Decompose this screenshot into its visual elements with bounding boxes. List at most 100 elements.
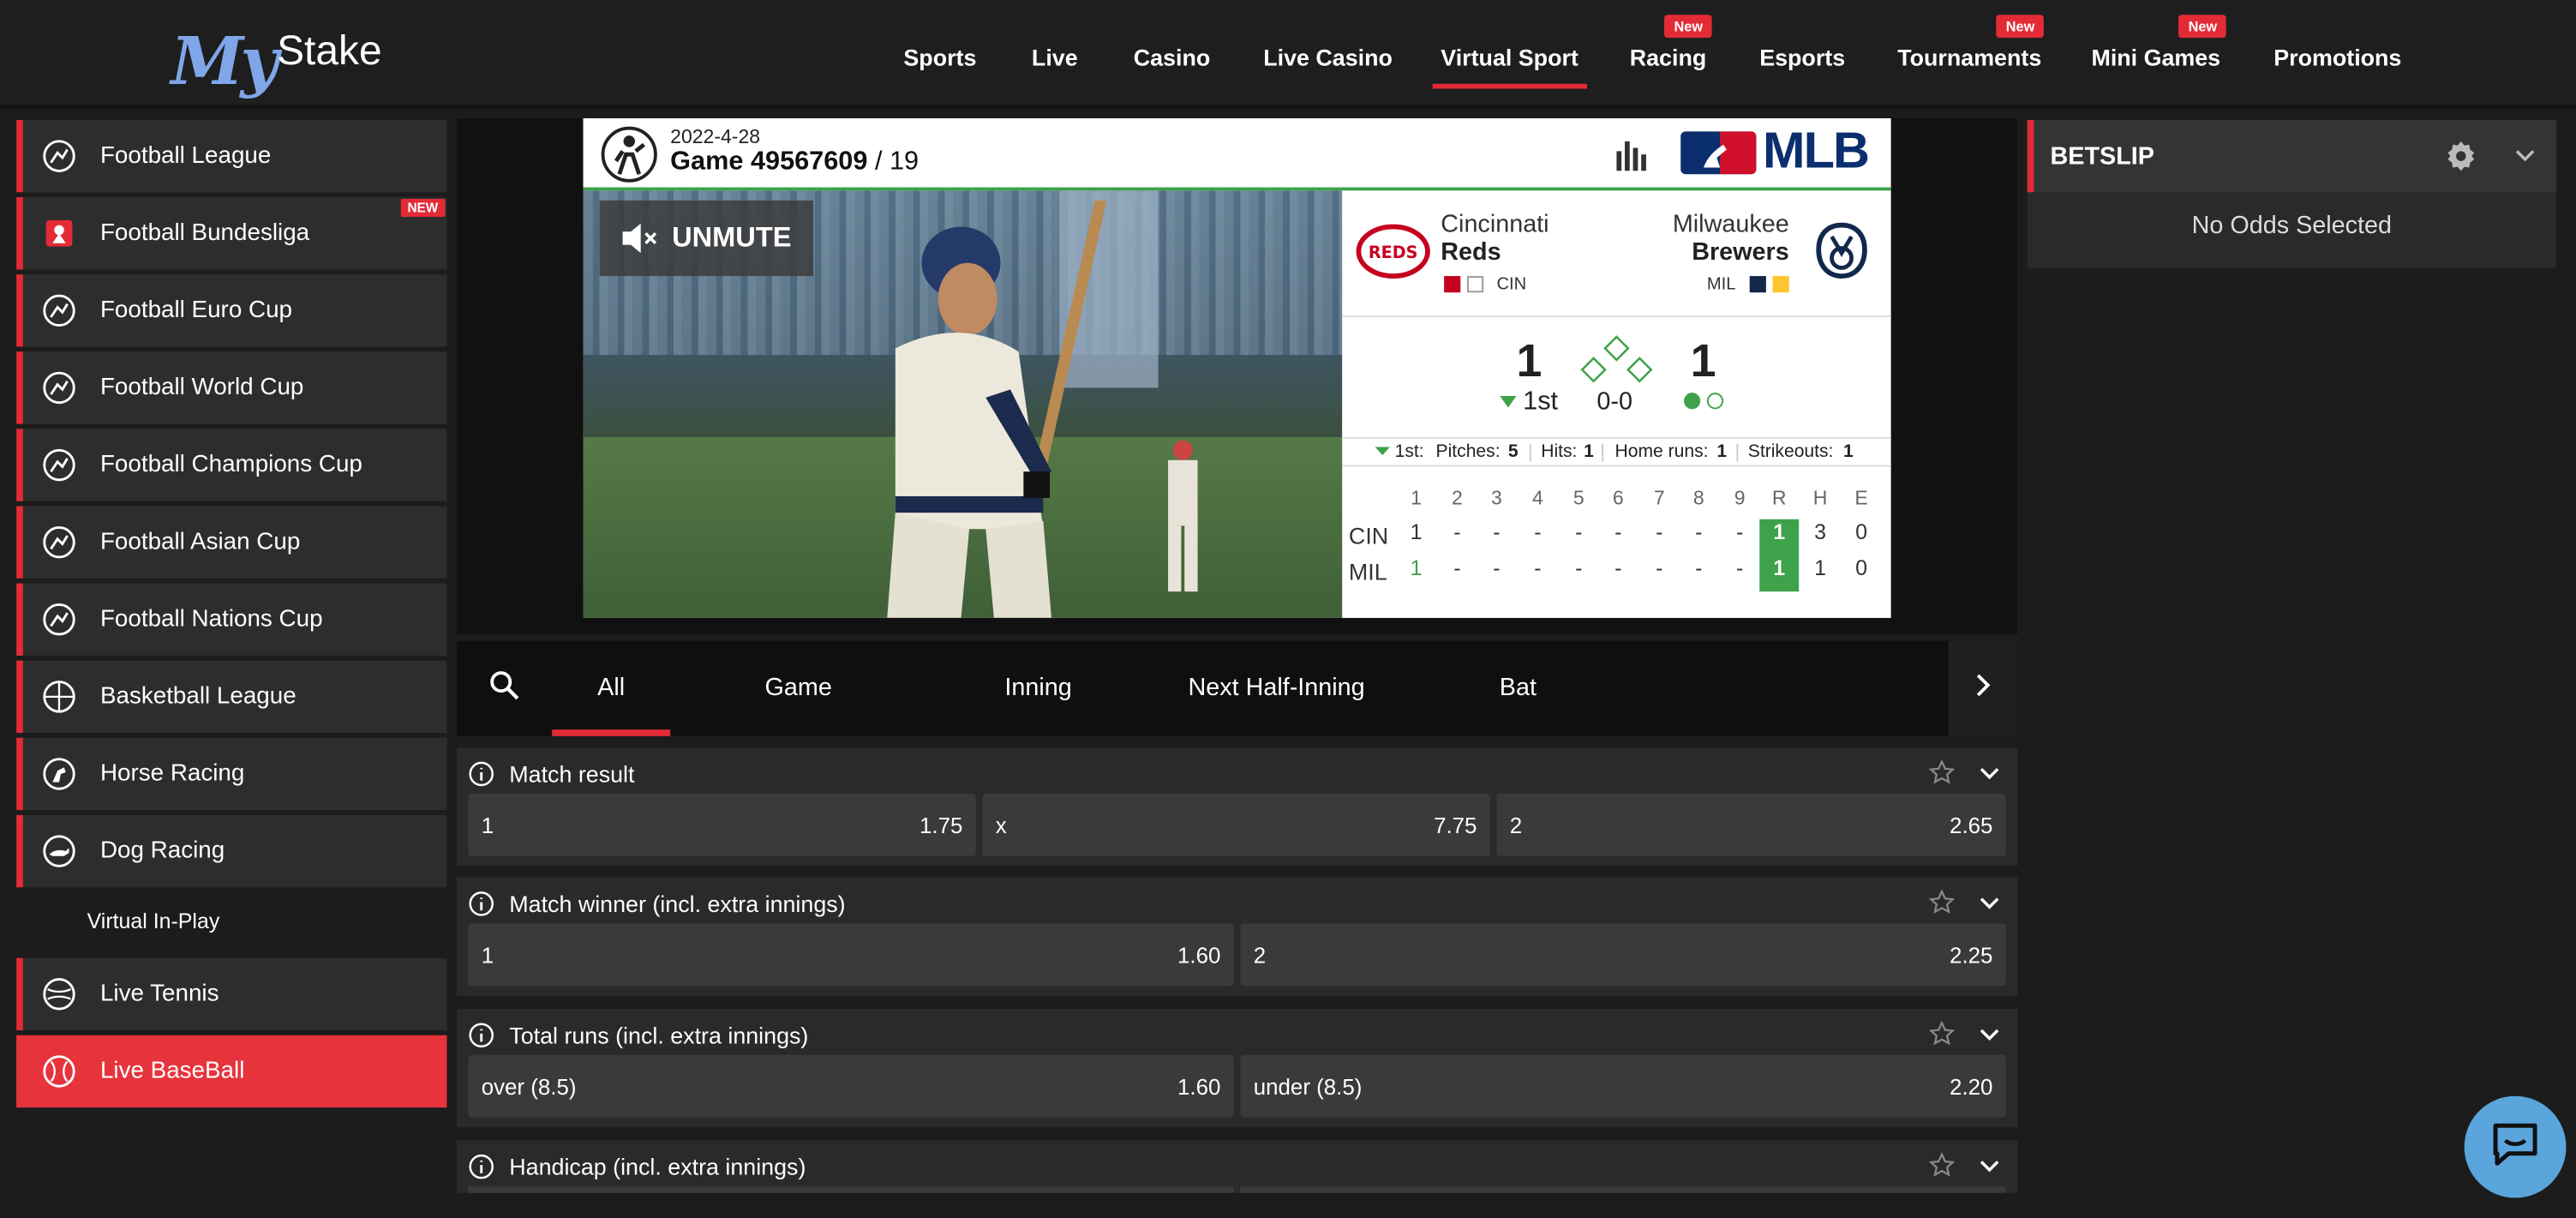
odds-button[interactable]: 1 1.60 [468,923,1234,987]
linescore-header: 3 [1491,486,1502,510]
baseball-icon [39,1052,79,1091]
nav-promotions[interactable]: Promotions [2273,0,2401,109]
nav-mini-games-badge: New [2178,15,2227,39]
virtual-in-play-link[interactable]: Virtual In-Play [87,909,220,933]
sidebar-item-live-baseball[interactable]: Live BaseBall [16,1035,447,1108]
tab-next-half-inning[interactable]: Next Half-Inning [1170,641,1383,736]
logo-stake: Stake [277,27,382,75]
sidebar-item-football-world-cup[interactable]: Football World Cup [16,351,447,424]
linescore-cell: - [1614,519,1622,544]
sidebar-item-football-euro-cup[interactable]: Football Euro Cup [16,274,447,347]
odds-button[interactable]: under (8.5) 2.20 [1240,1054,2006,1118]
odds-button[interactable]: 1 1.75 [468,793,976,856]
nav-sports[interactable]: Sports [903,0,976,109]
linescore-header: R [1771,486,1787,510]
sidebar-item-horse-racing[interactable]: Horse Racing [16,737,447,811]
nav-live-casino[interactable]: Live Casino [1263,0,1393,109]
strikeouts-label: Strikeouts: [1747,441,1834,462]
search-button[interactable] [457,641,552,736]
chevron-down-icon[interactable] [1978,761,2001,792]
odds-button[interactable]: x 7.75 [982,793,1490,856]
sidebar-item-basketball-league[interactable]: Basketball League [16,660,447,734]
star-icon[interactable] [1928,889,1956,923]
nav-esports[interactable]: Esports [1759,0,1845,109]
linescore-cell: - [1575,555,1583,580]
unmute-button[interactable]: UNMUTE [599,200,813,277]
mute-icon [620,220,659,256]
sidebar-item-football-champions-cup[interactable]: Football Champions Cup [16,429,447,501]
chevron-down-icon[interactable] [1978,1022,2001,1053]
sidebar-item-football-league[interactable]: Football League [16,119,447,193]
sidebar-item-football-bundesliga[interactable]: Football Bundesliga [16,197,447,270]
odds-value: 2.65 [1950,813,1993,837]
tab-game[interactable]: Game [716,641,881,736]
logo[interactable]: My Stake [171,20,381,99]
nav-live[interactable]: Live [1032,0,1078,109]
market-title: Match result [509,760,635,788]
live-video[interactable]: UNMUTE [583,190,1343,618]
linescore-cell: - [1736,555,1744,580]
tab-inning[interactable]: Inning [956,641,1121,736]
inning-stats: 1st: Pitches: 5 Hits: 1 Home runs: 1 Str… [1342,436,1891,467]
odds-button-partial[interactable] [468,1186,1234,1193]
chevron-down-icon[interactable] [1978,891,2001,921]
linescore-header: 9 [1734,486,1746,510]
sidebar-item-football-asian-cup[interactable]: Football Asian Cup [16,506,447,579]
basketball-icon [39,677,79,717]
linescore-cell: - [1575,519,1583,544]
odds-button[interactable]: 2 2.25 [1240,923,2006,987]
outs-indicator [1684,393,1724,410]
linescore-header: H [1812,486,1828,510]
tab-bat[interactable]: Bat [1442,641,1593,736]
star-icon[interactable] [1928,759,1956,794]
game-number: Game 49567609 [670,147,868,177]
away-team: Milwaukee Brewers [1673,210,1789,266]
market-match-winner: Match winner (incl. extra innings) 1 1.60… [456,877,2018,996]
home-team: Cincinnati Reds [1441,210,1549,266]
game-header: 2022-4-28 Game 49567609 / 19 MLB [583,118,1891,191]
linescore-header: 6 [1612,486,1624,510]
betslip-header[interactable]: BETSLIP [2027,119,2556,193]
search-icon [489,669,519,707]
stats-icon[interactable] [1614,138,1650,179]
sidebar-item-football-nations-cup[interactable]: Football Nations Cup [16,583,447,656]
linescore-cell: - [1614,555,1622,580]
color-swatch [1771,276,1788,293]
stats-down-arrow-icon [1375,439,1390,467]
away-team-name: Brewers [1692,237,1789,267]
home-team-colors: CIN [1444,274,1526,294]
odds-button-partial[interactable] [1240,1186,2006,1193]
linescore-header: 5 [1573,486,1585,510]
tab-all[interactable]: All [552,641,671,736]
odds-label: under (8.5) [1253,1073,1363,1099]
league-logo-text: MLB [1763,121,1870,179]
new-badge: NEW [400,198,445,218]
sidebar-item-label: Football Euro Cup [99,297,293,324]
nav-virtual-sport[interactable]: Virtual Sport [1432,0,1587,89]
sidebar-item-label: Horse Racing [99,760,245,788]
nav-casino[interactable]: Casino [1134,0,1211,109]
football-icon [39,136,79,176]
odds-button[interactable]: over (8.5) 1.60 [468,1054,1234,1118]
hits-label: Hits: [1541,441,1578,462]
chevron-down-icon[interactable] [1978,1154,2001,1185]
fielder-figure [1168,440,1198,592]
market-tabs: All Game Inning Next Half-Inning Bat [456,640,2018,736]
market-handicap: Handicap (incl. extra innings) [456,1140,2018,1193]
mlb-logo-icon [1680,131,1757,175]
odds-button[interactable]: 2 2.65 [1496,793,2006,856]
tabs-next-button[interactable] [1948,640,2018,736]
star-icon[interactable] [1928,1020,1956,1055]
linescore-header: 2 [1452,486,1463,510]
chevron-down-icon[interactable] [2513,145,2537,176]
football-icon [39,523,79,562]
sidebar-item-live-tennis[interactable]: Live Tennis [16,957,447,1031]
reds-logo-icon: REDS [1356,224,1431,288]
away-team-city: Milwaukee [1672,210,1789,238]
linescore-team: CIN [1348,522,1389,549]
gear-icon[interactable] [2445,140,2477,181]
sidebar-item-dog-racing[interactable]: Dog Racing [16,814,447,888]
star-icon[interactable] [1928,1152,1956,1186]
home-abbr: CIN [1496,274,1527,295]
chat-button[interactable] [2464,1095,2567,1198]
